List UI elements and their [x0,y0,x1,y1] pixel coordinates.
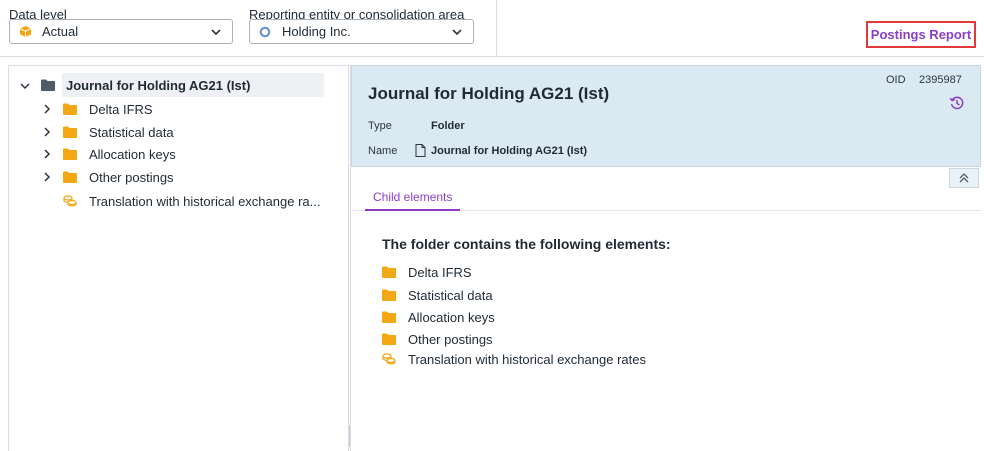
tree-item[interactable]: Delta IFRS [89,98,153,121]
folder-icon [382,311,396,323]
entity-value: Holding Inc. [282,24,351,39]
tree-item-label: Other postings [89,170,174,185]
folder-icon [63,171,77,183]
folder-icon [382,333,396,345]
list-item: Statistical data [382,285,493,305]
circle-icon [258,25,272,39]
contents-heading: The folder contains the following elemen… [382,236,671,252]
chevron-down-icon [211,29,221,36]
detail-title: Journal for Holding AG21 (Ist) [368,84,610,103]
folder-icon [382,289,396,301]
coins-icon [382,353,396,365]
name-label: Name [368,145,398,157]
tree-item-label: Delta IFRS [89,102,153,117]
chevron-down-icon [452,29,462,36]
list-item-label: Delta IFRS [408,264,472,280]
list-item: Allocation keys [382,307,495,327]
detail-panel: Journal for Holding AG21 (Ist) OID 23959… [350,65,984,451]
chevron-down-icon[interactable] [20,81,30,91]
list-item: Delta IFRS [382,262,472,282]
list-item-label: Other postings [408,331,493,347]
toolbar-divider [496,0,497,57]
folder-icon [41,79,55,91]
type-value: Folder [431,120,465,132]
cube-icon [18,25,32,39]
list-item: Other postings [382,329,493,349]
tree-item[interactable]: Other postings [89,166,174,189]
entity-select[interactable]: Holding Inc. [249,19,474,44]
name-value: Journal for Holding AG21 (Ist) [431,145,588,157]
filter-bar: Data level Actual Reporting entity or co… [0,0,984,57]
list-item-label: Translation with historical exchange rat… [408,351,646,367]
document-icon [415,144,426,157]
oid-label: OID [886,74,906,86]
postings-report-button[interactable]: Postings Report [866,21,976,48]
tree-item[interactable]: Statistical data [89,121,174,144]
tab-child-elements[interactable]: Child elements [365,185,461,211]
chevron-right-icon[interactable] [42,149,52,159]
list-item-label: Allocation keys [408,309,495,325]
tree-root-label: Journal for Holding AG21 (Ist) [66,77,251,93]
journal-tree: Journal for Holding AG21 (Ist) Delta IFR… [8,65,349,451]
chevron-right-icon[interactable] [42,127,52,137]
history-icon[interactable] [949,95,965,111]
detail-tabs: Child elements [351,185,981,211]
tree-item[interactable]: Translation with historical exchange ra.… [89,190,320,213]
detail-header: Journal for Holding AG21 (Ist) OID 23959… [351,65,981,167]
tree-root-item[interactable]: Journal for Holding AG21 (Ist) [62,73,324,97]
tree-item-label: Statistical data [89,125,174,140]
tree-item-label: Translation with historical exchange ra.… [89,194,321,209]
list-item: Translation with historical exchange rat… [382,349,646,369]
double-chevron-up-icon [959,173,969,183]
data-level-select[interactable]: Actual [9,19,233,44]
list-item-label: Statistical data [408,287,493,303]
tree-item-label: Allocation keys [89,147,176,162]
folder-icon [382,266,396,278]
folder-icon [63,126,77,138]
chevron-right-icon[interactable] [42,104,52,114]
data-level-value: Actual [42,24,79,39]
oid-value: 2395987 [919,74,962,86]
coins-icon [63,195,77,207]
chevron-right-icon[interactable] [42,172,52,182]
folder-icon [63,103,77,115]
tree-item[interactable]: Allocation keys [89,143,176,166]
folder-icon [63,148,77,160]
type-label: Type [368,120,392,132]
